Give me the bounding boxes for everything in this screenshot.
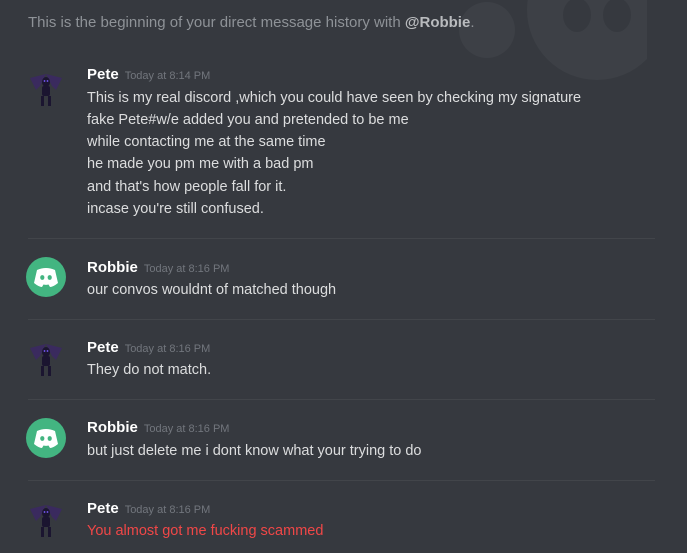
message-text: You almost got me fucking scammed	[87, 523, 324, 539]
message-text: he made you pm me with a bad pm	[87, 156, 314, 172]
message-timestamp: Today at 8:16 PM	[124, 343, 211, 355]
message-divider	[28, 319, 655, 320]
intro-suffix: .	[470, 14, 475, 31]
message-author[interactable]: Pete	[87, 339, 119, 356]
winged-demon-avatar-icon[interactable]	[26, 499, 66, 539]
message-text: They do not match.	[87, 362, 212, 378]
winged-demon-avatar-icon[interactable]	[26, 338, 66, 378]
message-timestamp: Today at 8:16 PM	[143, 263, 230, 275]
message-text: while contacting me at the same time	[87, 134, 326, 150]
message-text: but just delete me i dont know what your…	[87, 443, 422, 459]
message-divider	[28, 399, 655, 400]
message-timestamp: Today at 8:16 PM	[143, 423, 230, 435]
message-text: This is my real discord ,which you could…	[87, 90, 582, 106]
message-text: our convos wouldnt of matched though	[87, 282, 337, 298]
message-author[interactable]: Pete	[87, 500, 119, 517]
discord-logo-avatar-icon[interactable]	[26, 418, 66, 458]
message-author[interactable]: Robbie	[87, 259, 138, 276]
message-text: incase you're still confused.	[87, 201, 264, 217]
message-author[interactable]: Pete	[87, 66, 119, 83]
message-divider	[28, 238, 655, 239]
dm-history-intro: This is the beginning of your direct mes…	[28, 14, 475, 31]
message-text: fake Pete#w/e added you and pretended to…	[87, 112, 409, 128]
discord-logo-avatar-icon[interactable]	[26, 257, 66, 297]
message-timestamp: Today at 8:16 PM	[124, 504, 211, 516]
intro-text: This is the beginning of your direct mes…	[28, 14, 405, 31]
winged-demon-avatar-icon[interactable]	[26, 68, 66, 108]
message-timestamp: Today at 8:14 PM	[124, 70, 211, 82]
message-text: and that's how people fall for it.	[87, 179, 287, 195]
intro-username[interactable]: @Robbie	[405, 14, 470, 31]
message-author[interactable]: Robbie	[87, 419, 138, 436]
message-divider	[28, 480, 655, 481]
